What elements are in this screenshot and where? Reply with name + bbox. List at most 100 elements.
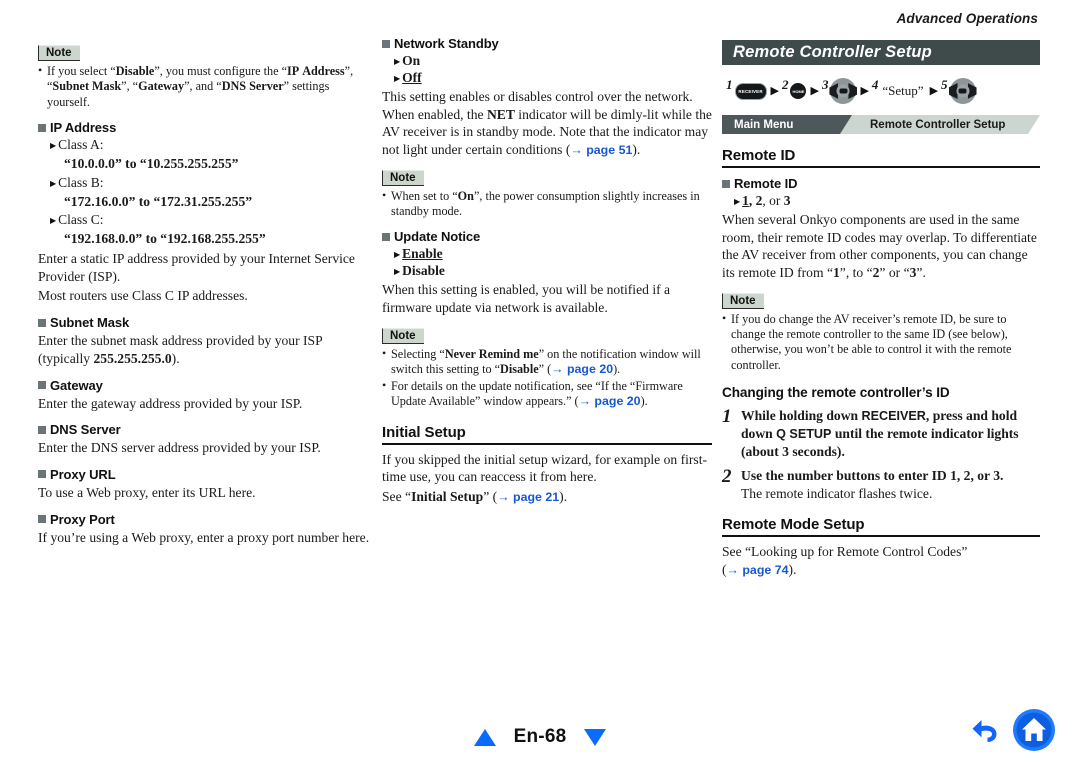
setting-heading-update-notice: Update Notice [382, 229, 712, 244]
path-arrow-icon: ▶ [810, 84, 819, 97]
step-text: Use the number buttons to enter ID 1, 2,… [741, 467, 1003, 502]
option-label: On [402, 53, 421, 68]
path-step-number: 4 [871, 77, 879, 92]
setting-heading-label: IP Address [50, 120, 117, 136]
step-number: 2 [722, 466, 732, 488]
step-sub: The remote indicator flashes twice. [741, 486, 933, 502]
sub-section-title: Changing the remote controller’s ID [722, 385, 1040, 400]
triangle-bullet-icon: ▶ [394, 74, 401, 83]
option-network-standby-off: ▶ Off [394, 70, 712, 86]
step-number: 1 [722, 406, 732, 428]
breadcrumb-label: Main Menu [734, 118, 794, 131]
setting-heading-label: Network Standby [394, 36, 499, 51]
note-item: For details on the update notification, … [382, 378, 712, 410]
home-button-icon[interactable]: HOME [790, 83, 807, 99]
dpad-hub [956, 84, 970, 98]
procedure-step: 2 Use the number buttons to enter ID 1, … [722, 466, 1040, 502]
page-ref-link[interactable]: → page 21 [497, 490, 559, 504]
note-label: Note [38, 45, 80, 61]
note-list: If you select “Disable”, you must config… [38, 63, 370, 110]
square-bullet-icon [38, 123, 46, 132]
network-standby-paragraph: This setting enables or disables control… [382, 89, 712, 158]
option-update-notice-enable: ▶ Enable [394, 246, 712, 262]
setting-heading-label: Update Notice [394, 229, 481, 245]
note-label: Note [722, 292, 764, 309]
breadcrumb-item-current[interactable]: Remote Controller Setup [840, 115, 1040, 134]
setting-heading-dns-server: DNS Server [38, 422, 370, 437]
option-label: 1, 2, or 3 [742, 193, 791, 208]
remote-mode-setup-paragraph: See “Looking up for Remote Control Codes… [722, 544, 968, 577]
proxy-url-paragraph: To use a Web proxy, enter its URL here. [38, 484, 256, 500]
chapter-title: Remote Controller Setup [733, 43, 932, 61]
setting-heading-label: Subnet Mask [50, 315, 130, 331]
note-list: If you do change the AV receiver’s remot… [722, 311, 1040, 374]
triangle-bullet-icon: ▶ [394, 250, 401, 260]
option-update-notice-disable: ▶ Disable [394, 263, 712, 279]
manual-page: Advanced Operations Note If you select “… [0, 0, 1080, 764]
page-ref-link[interactable]: → page 74 [727, 563, 789, 577]
page-ref-link[interactable]: → page 20 [551, 362, 613, 376]
initial-setup-see-line: See “Initial Setup” (→ page 21). [382, 489, 568, 505]
option-network-standby-on: ▶ On [394, 53, 712, 69]
setting-heading-label: Proxy Port [50, 511, 115, 527]
breadcrumb-label: Remote Controller Setup [870, 118, 1006, 131]
setting-heading-gateway: Gateway [38, 378, 370, 393]
square-bullet-icon [38, 515, 46, 524]
setting-heading-label: Gateway [50, 377, 103, 393]
page-ref-link[interactable]: → page 20 [579, 394, 641, 408]
initial-setup-paragraph: If you skipped the initial setup wizard,… [382, 451, 708, 485]
option-remote-id-values: ▶ 1, 2, or 3 [734, 193, 1040, 209]
path-menu-label: “Setup” [882, 83, 924, 98]
home-icon[interactable] [1012, 708, 1056, 752]
enter-glyph [839, 88, 848, 94]
path-arrow-icon: ▶ [770, 84, 779, 97]
setting-heading-subnet-mask: Subnet Mask [38, 315, 370, 330]
triangle-up-icon[interactable] [473, 728, 496, 746]
class-b-range: “172.16.0.0” to “172.31.255.255” [64, 193, 253, 209]
dpad-enter-icon[interactable] [948, 78, 977, 104]
dpad-hub [836, 84, 850, 98]
triangle-down-icon[interactable] [584, 728, 607, 746]
step-text: While holding down RECEIVER, press and h… [741, 408, 1019, 459]
option-class-a: ▶ Class A: [50, 137, 370, 153]
section-heading-initial-setup: Initial Setup [382, 424, 712, 445]
setting-heading-label: Proxy URL [50, 466, 116, 482]
note-label: Note [382, 327, 424, 344]
square-bullet-icon [722, 179, 730, 188]
note-item: When set to “On”, the power consumption … [382, 188, 712, 220]
square-bullet-icon [38, 318, 46, 327]
setting-heading-proxy-url: Proxy URL [38, 467, 370, 482]
square-bullet-icon [382, 232, 390, 241]
ip-address-paragraph-2: Most routers use Class C IP addresses. [38, 288, 248, 304]
chapter-title-bar: Remote Controller Setup [722, 40, 1040, 65]
square-bullet-icon [38, 425, 46, 434]
setting-heading-network-standby: Network Standby [382, 36, 712, 51]
class-a-range: “10.0.0.0” to “10.255.255.255” [64, 156, 239, 172]
breadcrumb: Main Menu Remote Controller Setup [722, 115, 1040, 134]
page-footer: En-68 [0, 726, 1080, 748]
triangle-bullet-icon: ▶ [394, 267, 401, 277]
option-class-b: ▶ Class B: [50, 175, 370, 191]
dpad-enter-icon[interactable] [829, 78, 858, 104]
note-list: When set to “On”, the power consumption … [382, 188, 712, 220]
square-bullet-icon [38, 470, 46, 479]
receiver-button-icon[interactable]: RECEIVER [734, 82, 767, 100]
note-item: If you select “Disable”, you must config… [38, 63, 370, 110]
back-arrow-icon[interactable] [969, 713, 1003, 747]
gateway-paragraph: Enter the gateway address provided by yo… [38, 395, 303, 411]
option-label: Class C: [58, 212, 104, 228]
page-ref-link[interactable]: → page 51 [570, 143, 632, 157]
proxy-port-paragraph: If you’re using a Web proxy, enter a pro… [38, 529, 370, 545]
class-c-range: “192.168.0.0” to “192.168.255.255” [64, 231, 266, 247]
button-path-row: 1 RECEIVER ▶ 2 HOME ▶ 3 ▶ 4 “Setup” ▶ 5 [726, 76, 1040, 106]
enter-glyph [958, 88, 967, 94]
note-list: Selecting “Never Remind me” on the notif… [382, 346, 712, 410]
triangle-bullet-icon: ▶ [394, 57, 401, 66]
column-one: Note If you select “Disable”, you must c… [38, 36, 370, 548]
option-label-default: Off [402, 70, 422, 85]
note-label: Note [382, 169, 424, 186]
square-bullet-icon [382, 39, 390, 48]
path-step-number: 2 [781, 77, 789, 92]
receiver-button-label: RECEIVER [738, 88, 763, 94]
update-notice-paragraph: When this setting is enabled, you will b… [382, 282, 671, 316]
